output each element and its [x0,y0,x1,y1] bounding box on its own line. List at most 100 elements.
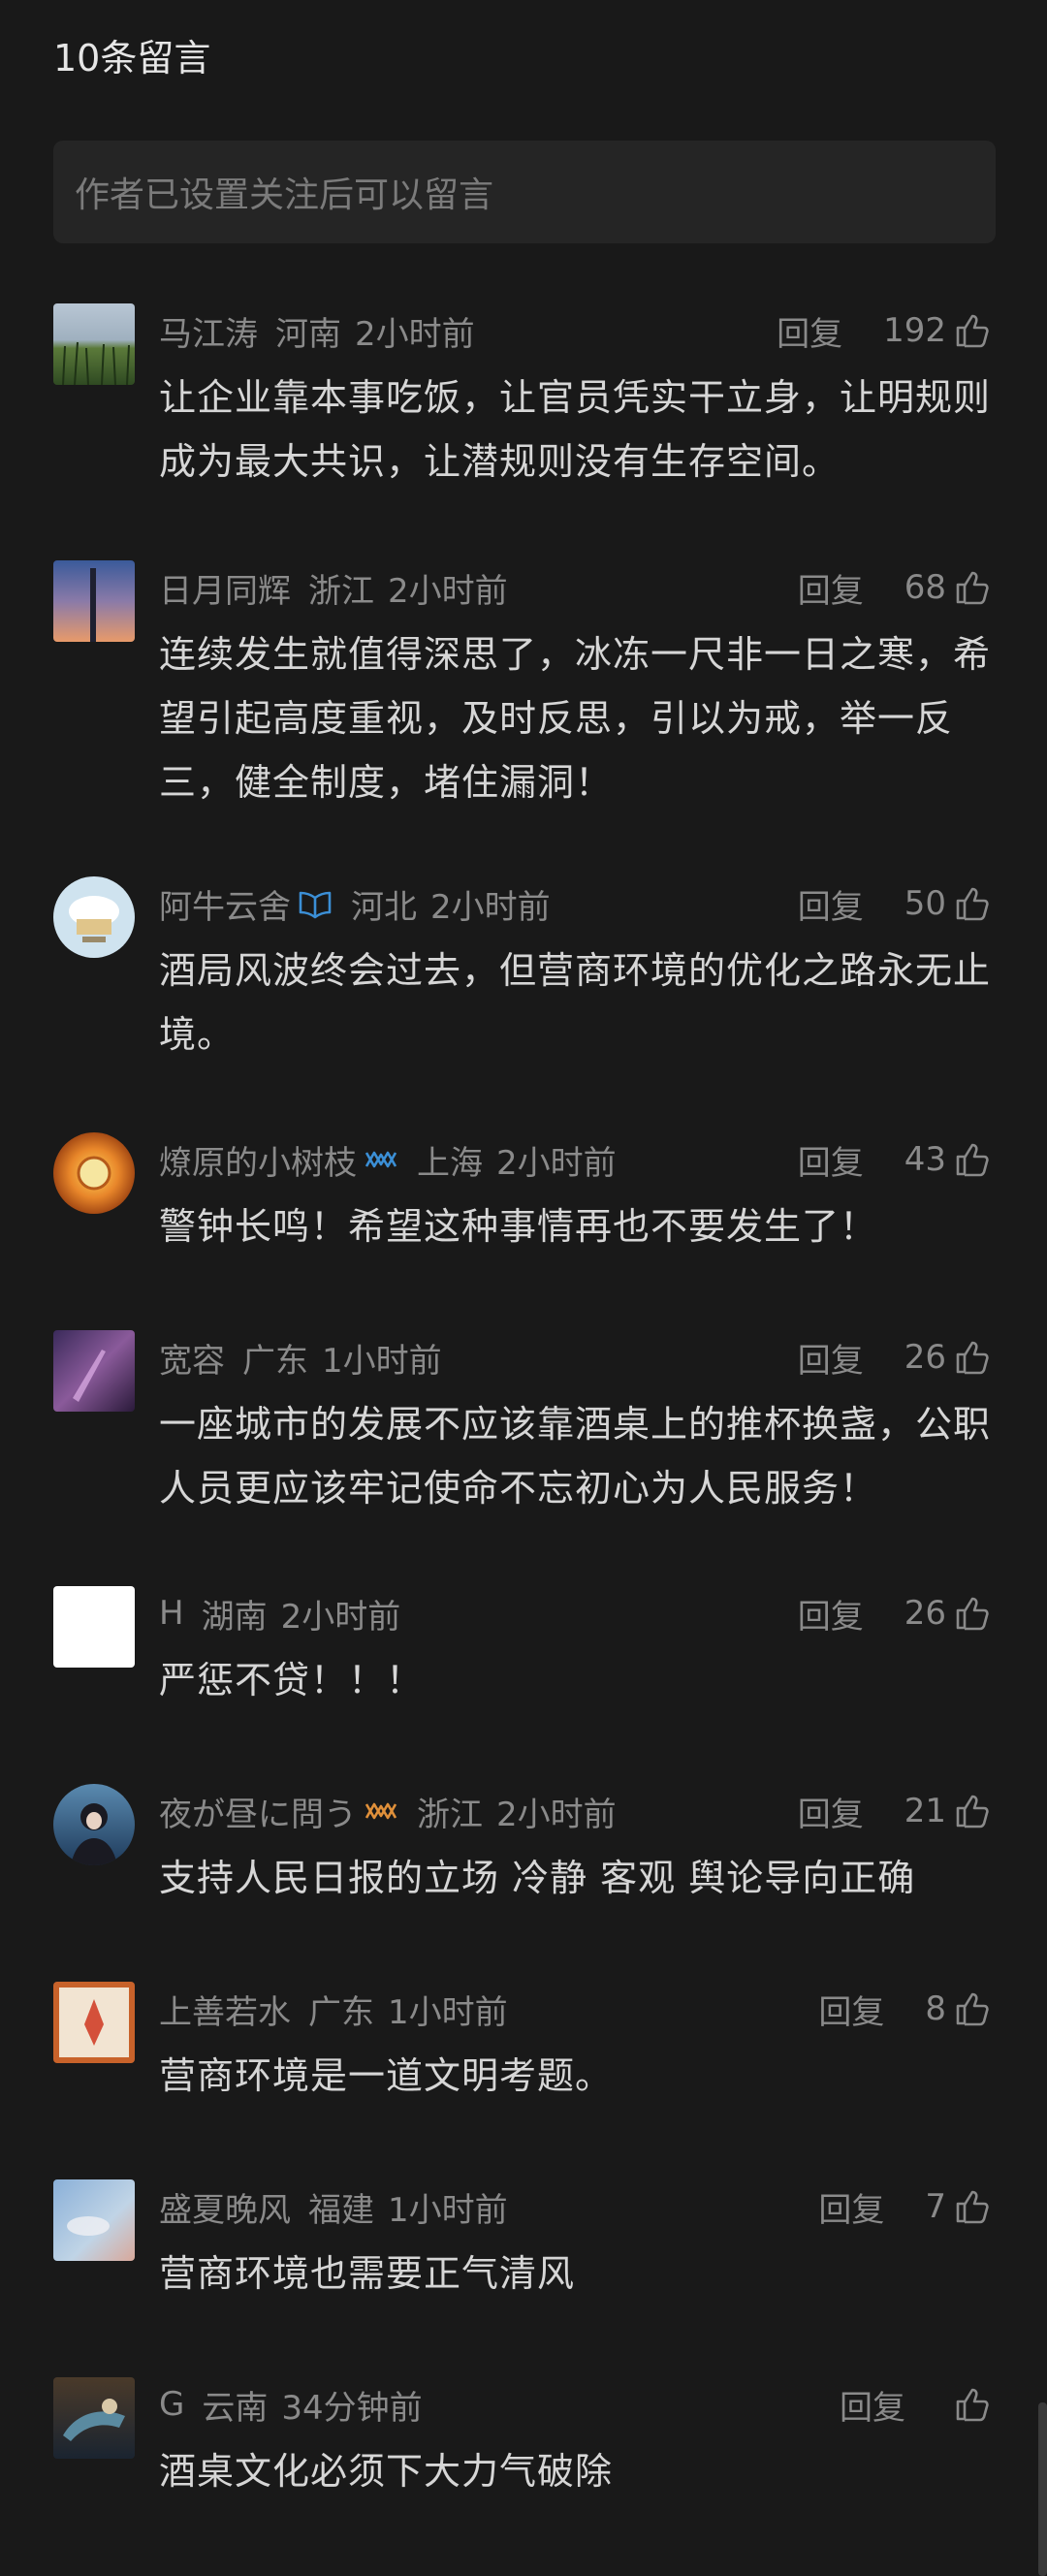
avatar[interactable] [53,1132,135,1214]
comment-text: 酒局风波终会过去，但营商环境的优化之路永无止境。 [159,949,992,1056]
reply-button[interactable]: 回复 [777,307,842,355]
like-count: 8 [925,1989,946,2028]
comment-meta: 燎原的小树枝 上海 2小时前 [159,1132,617,1187]
comment-region: 浙江 [417,1795,483,1834]
comment-meta: H 湖南 2小时前 [159,1586,400,1640]
reply-button[interactable]: 回复 [798,1334,864,1382]
comment-time: 2小时前 [496,1795,617,1834]
reply-button[interactable]: 回复 [818,2183,884,2231]
comment-region: 广东 [308,1992,374,2032]
reply-button[interactable]: 回复 [798,1788,864,1835]
comment-region: 浙江 [308,571,374,611]
comment-region: 广东 [242,1341,308,1381]
thumbs-up-icon[interactable] [952,1988,993,2029]
comment-time: 34分钟前 [281,2388,423,2428]
comment-nickname[interactable]: H [159,1594,184,1633]
comment-nickname[interactable]: 燎原的小树枝 [159,1136,357,1184]
avatar[interactable] [53,1586,135,1668]
like-count: 43 [904,1140,946,1179]
comment-time: 1小时前 [322,1341,442,1381]
avatar[interactable] [53,1784,135,1865]
infinity-badge-icon [365,1151,397,1168]
thumbs-up-icon[interactable] [952,1139,993,1180]
comment-actions: 回复 68 [798,560,993,615]
avatar[interactable] [53,876,135,958]
thumbs-up-icon[interactable] [952,567,993,608]
comments-page: 10条留言 作者已设置关注后可以留言 马江涛 河南 2小时前 回复 192 让企… [0,0,1047,2576]
reply-button[interactable]: 回复 [798,1590,864,1638]
comment-meta: 日月同辉 浙江 2小时前 [159,560,508,615]
comment-region: 河北 [351,887,417,927]
reply-button[interactable]: 回复 [798,564,864,612]
like-count: 50 [904,884,946,923]
comment-meta: 夜が昼に問う 浙江 2小时前 [159,1784,617,1838]
comment-nickname[interactable]: 日月同辉 [159,564,291,612]
comment-actions: 回复 7 [818,2179,993,2234]
comment-text: 让企业靠本事吃饭，让官员凭实干立身，让明规则成为最大共识，让潜规则没有生存空间。 [159,376,992,483]
comment-text: 严惩不贷！！！ [159,1659,425,1701]
comment-actions: 回复 [840,2377,993,2432]
comment-meta: 上善若水 广东 1小时前 [159,1982,508,2036]
comment-nickname[interactable]: 盛夏晚风 [159,2183,291,2231]
comment-actions: 回复 21 [798,1784,993,1838]
like-count: 26 [904,1594,946,1633]
avatar[interactable] [53,560,135,642]
comment-actions: 回复 192 [777,303,993,358]
comment-meta: 宽容 广东 1小时前 [159,1330,442,1384]
comment-actions: 回复 26 [798,1330,993,1384]
thumbs-up-icon[interactable] [952,1337,993,1378]
comment-region: 福建 [308,2190,374,2230]
comment-region: 河南 [275,314,341,354]
comment-actions: 回复 43 [798,1132,993,1187]
thumbs-up-icon[interactable] [952,2186,993,2227]
comment-input-notice[interactable]: 作者已设置关注后可以留言 [53,141,996,243]
comment-region: 云南 [202,2388,269,2428]
comment-text: 营商环境也需要正气清风 [159,2252,576,2295]
thumbs-up-icon[interactable] [952,883,993,924]
comment-text: 一座城市的发展不应该靠酒桌上的推杯换盏，公职人员更应该牢记使命不忘初心为人民服务… [159,1403,992,1510]
avatar[interactable] [53,2377,135,2459]
comment-time: 2小时前 [280,1597,401,1637]
reply-button[interactable]: 回复 [798,880,864,928]
thumbs-up-icon[interactable] [952,2384,993,2425]
like-count: 26 [904,1338,946,1377]
like-count: 21 [904,1792,946,1830]
comment-text: 营商环境是一道文明考题。 [159,2054,614,2097]
comment-text: 酒桌文化必须下大力气破除 [159,2450,614,2493]
like-count: 7 [925,2187,946,2226]
comment-meta: 阿牛云舍 河北 2小时前 [159,876,551,931]
scrollbar[interactable] [1038,2402,1047,2576]
comment-nickname[interactable]: G [159,2385,184,2424]
comment-actions: 回复 8 [818,1982,993,2036]
comment-time: 1小时前 [388,2190,508,2230]
comment-nickname[interactable]: 阿牛云舍 [159,880,291,928]
avatar[interactable] [53,1982,135,2063]
comment-actions: 回复 26 [798,1586,993,1640]
comment-text: 支持人民日报的立场 冷静 客观 舆论导向正确 [159,1857,916,1899]
comment-nickname[interactable]: 宽容 [159,1334,225,1382]
comment-count-title: 10条留言 [53,37,211,80]
comment-nickname[interactable]: 上善若水 [159,1986,291,2033]
thumbs-up-icon[interactable] [952,1593,993,1634]
avatar[interactable] [53,1330,135,1412]
avatar[interactable] [53,2179,135,2261]
reply-button[interactable]: 回复 [818,1986,884,2033]
comment-time: 2小时前 [430,887,551,927]
comment-text: 连续发生就值得深思了，冰冻一尺非一日之寒，希望引起高度重视，及时反思，引以为戒，… [159,633,992,804]
avatar[interactable] [53,303,135,385]
comment-nickname[interactable]: 夜が昼に問う [159,1788,357,1835]
comment-meta: 盛夏晚风 福建 1小时前 [159,2179,508,2234]
comment-nickname[interactable]: 马江涛 [159,307,258,355]
like-count: 68 [904,568,946,607]
comment-input-notice-text: 作者已设置关注后可以留言 [75,175,494,215]
infinity-badge-icon [365,1802,397,1820]
reply-button[interactable]: 回复 [840,2381,905,2429]
comment-meta: G 云南 34分钟前 [159,2377,423,2432]
thumbs-up-icon[interactable] [952,310,993,351]
thumbs-up-icon[interactable] [952,1791,993,1831]
comment-time: 2小时前 [388,571,508,611]
reply-button[interactable]: 回复 [798,1136,864,1184]
comment-region: 上海 [417,1143,483,1183]
like-count: 192 [883,311,946,350]
comment-region: 湖南 [201,1597,268,1637]
